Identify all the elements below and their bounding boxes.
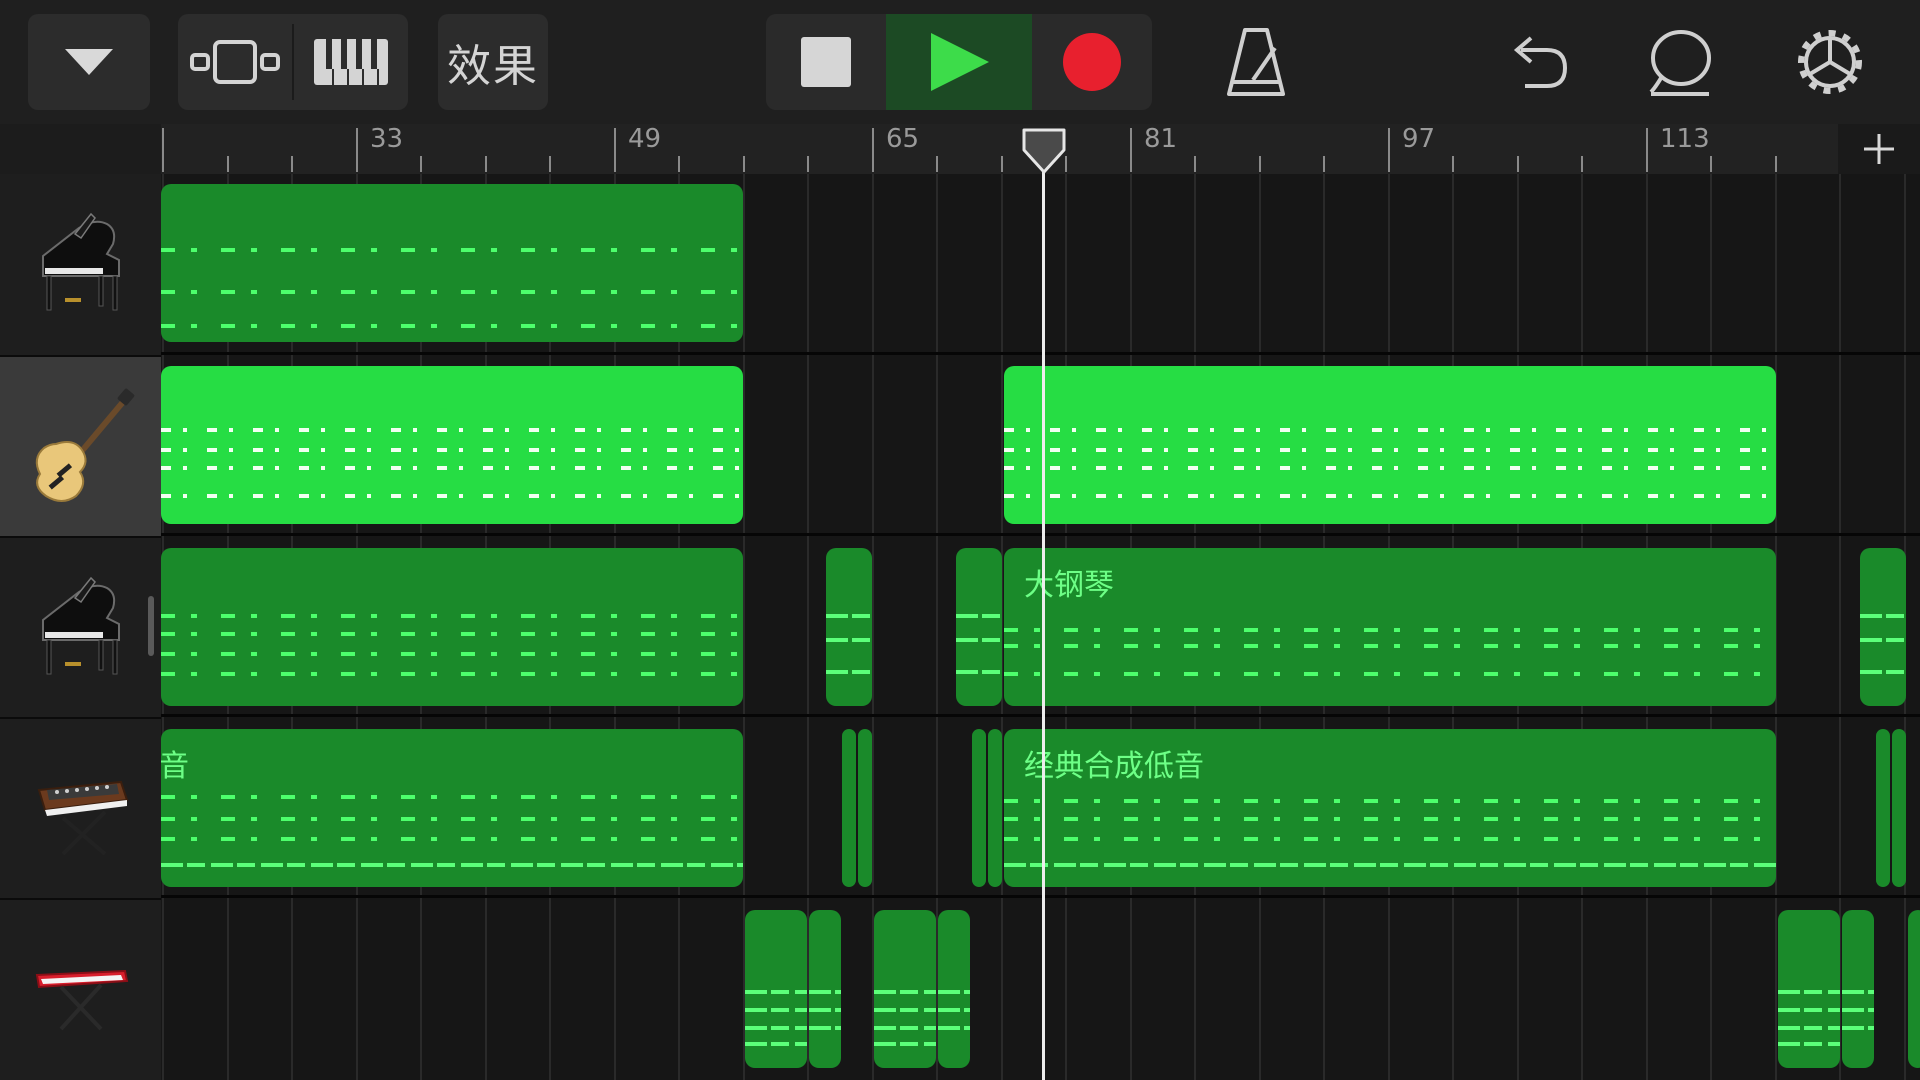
region-guitar-2[interactable] <box>1004 366 1776 524</box>
bar-number: 113 <box>1660 124 1710 154</box>
track-header-grand-piano[interactable] <box>0 174 161 355</box>
region-piano-4[interactable] <box>956 548 1002 706</box>
bar-number: 97 <box>1402 124 1436 154</box>
ruler-corner <box>0 124 161 174</box>
settings-button[interactable] <box>1790 22 1870 102</box>
metronome-button[interactable] <box>1216 22 1296 102</box>
region-piano-1[interactable] <box>161 184 743 342</box>
play-button[interactable] <box>886 14 1032 110</box>
region-bass-6[interactable]: 经典合成低音 <box>1004 729 1776 887</box>
region-title: 音 <box>161 749 189 784</box>
region-title: 经典合成低音 <box>1024 749 1204 784</box>
region-bass-1[interactable]: 音 <box>161 729 743 887</box>
bar-number: 81 <box>1144 124 1178 154</box>
region-bass-2[interactable] <box>842 729 856 887</box>
effects-button[interactable]: 效果 <box>438 14 548 110</box>
loop-icon <box>1649 30 1711 96</box>
region-keys-7[interactable] <box>1908 910 1920 1068</box>
region-bass-3[interactable] <box>858 729 872 887</box>
gear-icon <box>1798 30 1862 94</box>
region-piano-5[interactable]: 大钢琴 <box>1004 548 1776 706</box>
electric-guitar-icon <box>35 388 134 502</box>
bar-number: 33 <box>370 124 404 154</box>
region-piano-6[interactable] <box>1860 548 1906 706</box>
stop-button[interactable] <box>766 14 886 110</box>
grand-piano-icon <box>41 212 120 310</box>
track-header-grand-piano-2[interactable] <box>0 538 161 719</box>
region-piano-3[interactable] <box>826 548 872 706</box>
playhead-handle-icon[interactable] <box>1021 128 1067 174</box>
tracks-view-icon <box>190 40 280 84</box>
track-header-electric-guitar[interactable] <box>0 357 161 538</box>
undo-icon <box>1513 36 1568 88</box>
region-title: 大钢琴 <box>1024 568 1114 603</box>
loop-browser-button[interactable] <box>1640 22 1720 102</box>
play-icon <box>931 33 989 91</box>
timeline-ruler[interactable] <box>0 124 1920 174</box>
bar-number: 49 <box>628 124 662 154</box>
add-track-button[interactable] <box>1838 124 1920 174</box>
region-guitar-1[interactable] <box>161 366 743 524</box>
synth-bass-icon <box>37 780 128 856</box>
scroll-indicator[interactable] <box>148 596 154 656</box>
view-menu-button[interactable] <box>28 14 150 110</box>
region-keys-2[interactable] <box>809 910 841 1068</box>
region-bass-7[interactable] <box>1876 729 1890 887</box>
record-button[interactable] <box>1032 14 1152 110</box>
view-toggle-group <box>178 14 408 110</box>
region-keys-3[interactable] <box>874 910 936 1068</box>
instrument-view-button[interactable] <box>294 14 408 110</box>
region-keys-4[interactable] <box>938 910 970 1068</box>
region-bass-4[interactable] <box>972 729 986 887</box>
keyboard-icon <box>35 969 128 1031</box>
piano-keys-icon <box>314 39 388 85</box>
toolbar: 效果 <box>0 0 1920 124</box>
grand-piano-icon <box>41 576 120 674</box>
region-keys-5[interactable] <box>1778 910 1840 1068</box>
track-header-keyboard[interactable] <box>0 900 161 1080</box>
track-header-synth-bass[interactable] <box>0 719 161 900</box>
metronome-icon <box>1227 28 1285 96</box>
region-bass-8[interactable] <box>1892 729 1906 887</box>
region-keys-1[interactable] <box>745 910 807 1068</box>
effects-label: 效果 <box>447 41 539 92</box>
track-area[interactable]: 大钢琴 音 经典合成低音 <box>161 174 1920 1080</box>
undo-button[interactable] <box>1500 24 1576 100</box>
playhead[interactable] <box>1042 150 1045 1080</box>
record-icon <box>1063 33 1121 91</box>
region-bass-5[interactable] <box>988 729 1002 887</box>
region-keys-6[interactable] <box>1842 910 1874 1068</box>
transport-controls <box>766 14 1152 110</box>
region-piano-2[interactable] <box>161 548 743 706</box>
tracks-view-button[interactable] <box>178 14 292 110</box>
stop-icon <box>801 37 851 87</box>
plus-icon <box>1864 134 1894 164</box>
chevron-down-icon <box>65 49 113 75</box>
bar-number: 65 <box>886 124 920 154</box>
